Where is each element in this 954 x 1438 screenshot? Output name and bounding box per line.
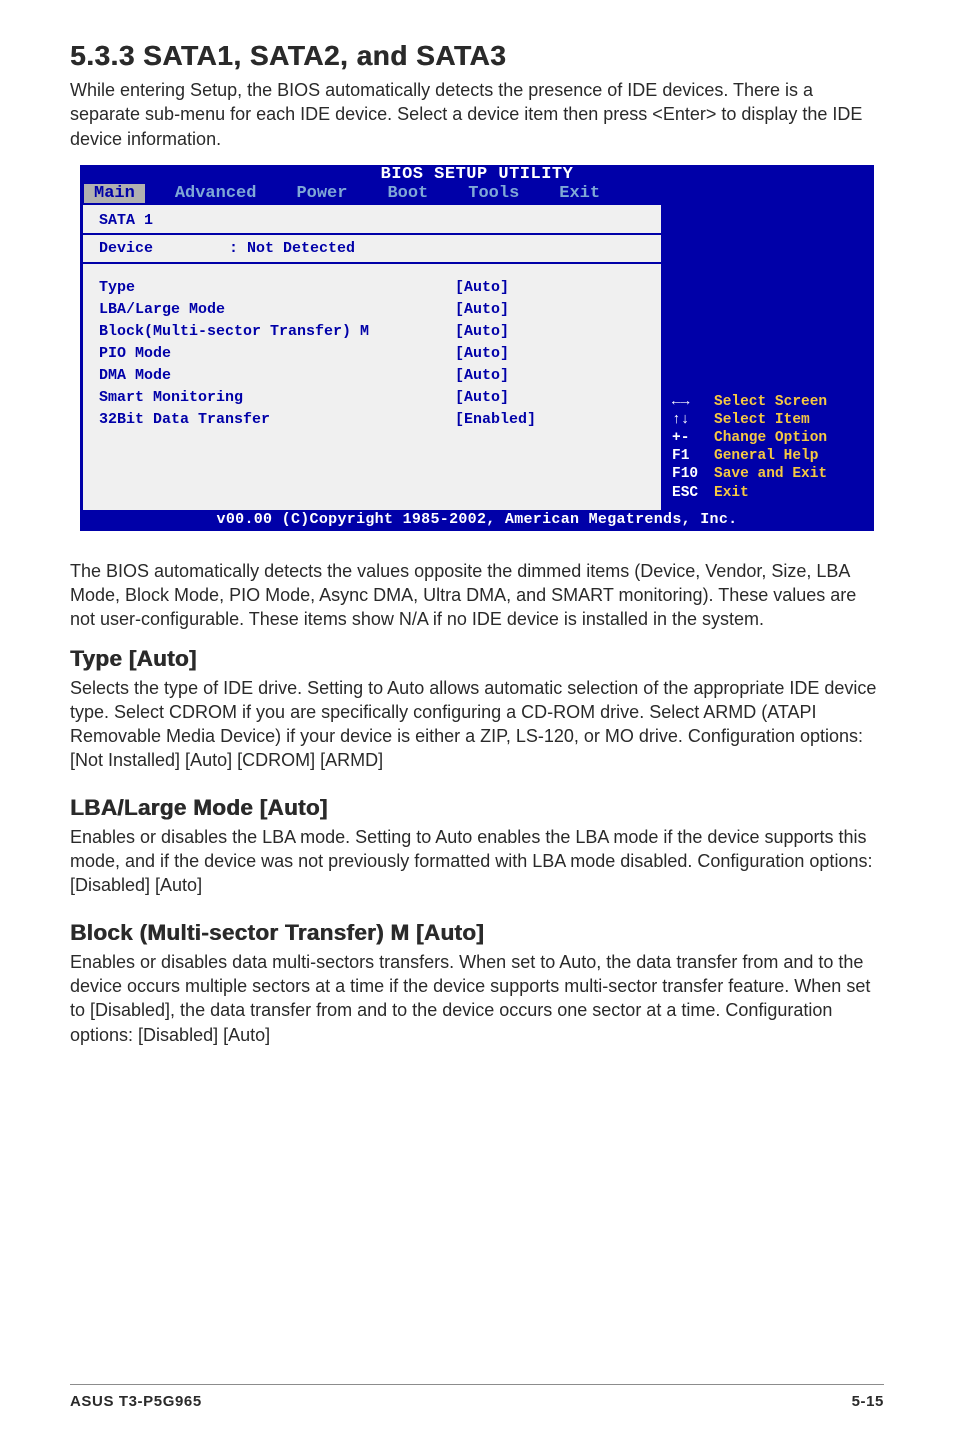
bios-title: BIOS SETUP UTILITY [80, 165, 874, 184]
block-text: Enables or disables data multi-sectors t… [70, 950, 884, 1047]
lba-text: Enables or disables the LBA mode. Settin… [70, 825, 884, 898]
after-bios-text: The BIOS automatically detects the value… [70, 559, 884, 632]
bios-device-label: Device [99, 240, 229, 257]
bios-tab-exit[interactable]: Exit [549, 184, 610, 203]
bios-tab-tools[interactable]: Tools [458, 184, 529, 203]
bios-section-title: SATA 1 [99, 209, 645, 229]
help-key: +- [672, 429, 714, 447]
bios-tabs: Main Advanced Power Boot Tools Exit [80, 184, 874, 205]
bios-settings: SATA 1 Device : Not Detected Type [Auto]… [83, 205, 661, 510]
bios-setting-row[interactable]: PIO Mode [Auto] [99, 345, 645, 362]
bios-setting-label: Type [99, 279, 455, 296]
bios-setting-value: [Enabled] [455, 411, 645, 428]
type-heading: Type [Auto] [70, 646, 884, 672]
help-key: F10 [672, 465, 714, 483]
bios-setting-value: [Auto] [455, 323, 645, 340]
bios-setting-value: [Auto] [455, 301, 645, 318]
bios-setting-row[interactable]: Type [Auto] [99, 279, 645, 296]
bios-setting-row[interactable]: Block(Multi-sector Transfer) M [Auto] [99, 323, 645, 340]
help-label: General Help [714, 447, 818, 465]
bios-panel: BIOS SETUP UTILITY Main Advanced Power B… [80, 165, 874, 531]
help-label: Exit [714, 484, 749, 502]
help-label: Select Screen [714, 393, 827, 411]
bios-setting-label: Smart Monitoring [99, 389, 455, 406]
bios-setting-row[interactable]: 32Bit Data Transfer [Enabled] [99, 411, 645, 428]
bios-setting-value: [Auto] [455, 389, 645, 406]
bios-tab-power[interactable]: Power [286, 184, 357, 203]
help-label: Change Option [714, 429, 827, 447]
help-key: ESC [672, 484, 714, 502]
bios-setting-label: DMA Mode [99, 367, 455, 384]
bios-setting-value: [Auto] [455, 345, 645, 362]
bios-device-value: : Not Detected [229, 240, 355, 257]
help-label: Save and Exit [714, 465, 827, 483]
help-key: ↑↓ [672, 411, 714, 429]
page-footer: ASUS T3-P5G965 5-15 [70, 1384, 884, 1410]
bios-setting-label: LBA/Large Mode [99, 301, 455, 318]
help-key: F1 [672, 447, 714, 465]
bios-copyright: v00.00 (C)Copyright 1985-2002, American … [80, 510, 874, 531]
lba-heading: LBA/Large Mode [Auto] [70, 795, 884, 821]
bios-setting-row[interactable]: Smart Monitoring [Auto] [99, 389, 645, 406]
bios-tab-boot[interactable]: Boot [377, 184, 438, 203]
bios-setting-label: 32Bit Data Transfer [99, 411, 455, 428]
bios-help: ←→Select Screen ↑↓Select Item +-Change O… [661, 205, 871, 510]
bios-setting-label: Block(Multi-sector Transfer) M [99, 323, 455, 340]
bios-setting-label: PIO Mode [99, 345, 455, 362]
help-key: ←→ [672, 393, 714, 411]
type-text: Selects the type of IDE drive. Setting t… [70, 676, 884, 773]
section-heading: 5.3.3 SATA1, SATA2, and SATA3 [70, 40, 884, 72]
bios-tab-main[interactable]: Main [84, 184, 145, 203]
footer-left: ASUS T3-P5G965 [70, 1393, 202, 1410]
bios-setting-row[interactable]: DMA Mode [Auto] [99, 367, 645, 384]
footer-right: 5-15 [852, 1393, 884, 1410]
bios-setting-row[interactable]: LBA/Large Mode [Auto] [99, 301, 645, 318]
bios-setting-value: [Auto] [455, 279, 645, 296]
block-heading: Block (Multi-sector Transfer) M [Auto] [70, 920, 884, 946]
bios-device-row: Device : Not Detected [99, 240, 645, 257]
intro-text: While entering Setup, the BIOS automatic… [70, 78, 884, 151]
bios-tab-advanced[interactable]: Advanced [165, 184, 267, 203]
bios-setting-value: [Auto] [455, 367, 645, 384]
help-label: Select Item [714, 411, 810, 429]
